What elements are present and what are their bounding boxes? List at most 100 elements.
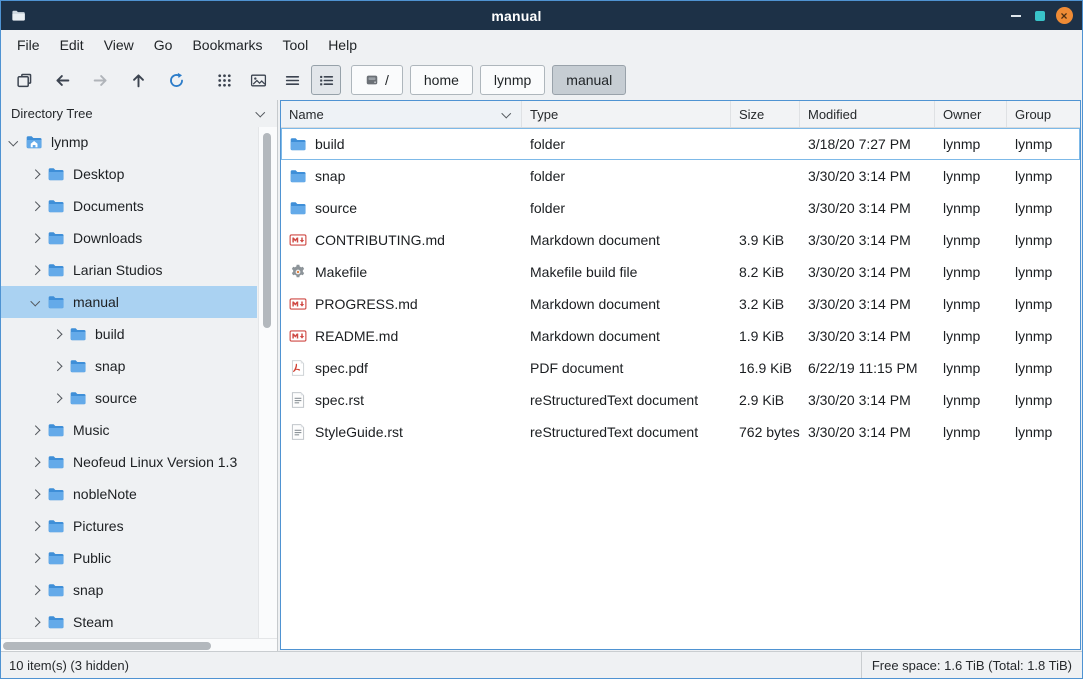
path-segment-lynmp[interactable]: lynmp [480,65,545,95]
expand-icon[interactable] [29,488,42,501]
file-size: 2.9 KiB [731,384,800,416]
file-row-spec-rst[interactable]: spec.rstreStructuredText document2.9 KiB… [281,384,1080,416]
column-header-group[interactable]: Group [1007,101,1080,127]
close-button[interactable]: × [1052,4,1076,28]
file-modified-label: 3/30/20 3:14 PM [808,296,911,312]
tree-item-snap[interactable]: snap [1,350,257,382]
thumbnail-view-button[interactable] [243,65,273,95]
folder-icon [47,517,65,535]
file-type: Markdown document [522,320,731,352]
sidebar-header[interactable]: Directory Tree [1,100,277,126]
item-count-label: 10 item(s) (3 hidden) [9,658,129,673]
titlebar[interactable]: manual × [1,1,1082,30]
expand-icon[interactable] [29,616,42,629]
panel-selector-icon[interactable] [254,107,267,120]
file-type: PDF document [522,352,731,384]
file-modified-label: 3/30/20 3:14 PM [808,424,911,440]
expand-icon[interactable] [29,456,42,469]
column-header-name[interactable]: Name [281,101,522,127]
tree-item-larian-studios[interactable]: Larian Studios [1,254,257,286]
expand-icon[interactable] [29,232,42,245]
file-row-source[interactable]: sourcefolder3/30/20 3:14 PMlynmplynmp [281,192,1080,224]
expand-icon[interactable] [29,552,42,565]
expand-icon[interactable] [29,200,42,213]
file-row-progress-md[interactable]: PROGRESS.mdMarkdown document3.2 KiB3/30/… [281,288,1080,320]
menu-view[interactable]: View [94,33,144,57]
file-name-label: spec.pdf [315,360,368,376]
menu-edit[interactable]: Edit [50,33,94,57]
tree-item-manual[interactable]: manual [1,286,257,318]
file-row-build[interactable]: buildfolder3/18/20 7:27 PMlynmplynmp [281,128,1080,160]
column-header-modified[interactable]: Modified [800,101,935,127]
horizontal-scrollbar-thumb[interactable] [3,642,211,650]
folder-icon [47,261,65,279]
file-row-styleguide-rst[interactable]: StyleGuide.rstreStructuredText document7… [281,416,1080,448]
up-button[interactable] [123,65,153,95]
maximize-button[interactable] [1028,4,1052,28]
tree-item-lynmp[interactable]: lynmp [1,126,257,158]
path-segment-home[interactable]: home [410,65,473,95]
collapse-icon[interactable] [7,136,20,149]
menu-tool[interactable]: Tool [273,33,319,57]
expand-icon[interactable] [51,392,64,405]
file-size: 16.9 KiB [731,352,800,384]
tree-item-snap[interactable]: snap [1,574,257,606]
menu-file[interactable]: File [7,33,50,57]
file-row-contributing-md[interactable]: CONTRIBUTING.mdMarkdown document3.9 KiB3… [281,224,1080,256]
back-button[interactable] [47,65,77,95]
file-row-spec-pdf[interactable]: spec.pdf PDF document16.9 KiB 6/22/19 11:1… [281,352,1080,384]
tree-item-neofeud-linux-version-1-3[interactable]: Neofeud Linux Version 1.3 [1,446,257,478]
folder-icon [47,293,65,311]
tree-vertical-scrollbar[interactable] [258,127,277,638]
folder-icon [289,135,307,153]
expand-icon[interactable] [29,520,42,533]
column-header-label: Type [530,107,558,122]
menu-go[interactable]: Go [144,33,183,57]
menu-help[interactable]: Help [318,33,367,57]
file-row-makefile[interactable]: MakefileMakefile build file8.2 KiB3/30/2… [281,256,1080,288]
icon-view-button[interactable] [209,65,239,95]
column-header-label: Modified [808,107,857,122]
expand-icon[interactable] [51,360,64,373]
expand-icon[interactable] [29,264,42,277]
tree-horizontal-scrollbar[interactable] [1,638,277,651]
tree-item-label: Public [73,550,111,566]
column-header-owner[interactable]: Owner [935,101,1007,127]
tree-item-downloads[interactable]: Downloads [1,222,257,254]
tree-item-pictures[interactable]: Pictures [1,510,257,542]
expand-icon[interactable] [51,328,64,341]
path-segment-root[interactable]: / [351,65,403,95]
file-group-label: lynmp [1015,424,1052,440]
new-tab-button[interactable] [9,65,39,95]
file-modified: 3/30/20 3:14 PM [800,320,935,352]
tree-item-desktop[interactable]: Desktop [1,158,257,190]
compact-view-button[interactable] [277,65,307,95]
tree-item-documents[interactable]: Documents [1,190,257,222]
minimize-button[interactable] [1004,4,1028,28]
file-row-readme-md[interactable]: README.mdMarkdown document1.9 KiB3/30/20… [281,320,1080,352]
menu-bookmarks[interactable]: Bookmarks [182,33,272,57]
tree-item-public[interactable]: Public [1,542,257,574]
column-header-row: Name Type Size Modified OwnerGroup [281,101,1080,128]
tree-item-steam[interactable]: Steam [1,606,257,638]
expand-icon[interactable] [29,168,42,181]
tree-item-noblenote[interactable]: nobleNote [1,478,257,510]
expand-icon[interactable] [29,424,42,437]
vertical-scrollbar-thumb[interactable] [263,133,271,328]
column-header-size[interactable]: Size [731,101,800,127]
directory-tree: lynmpDesktopDocumentsDownloadsLarian Stu… [1,126,277,651]
expand-icon[interactable] [29,584,42,597]
column-header-type[interactable]: Type [522,101,731,127]
file-modified-label: 6/22/19 11:15 PM [808,360,917,376]
path-segment-manual[interactable]: manual [552,65,626,95]
file-row-snap[interactable]: snapfolder3/30/20 3:14 PMlynmplynmp [281,160,1080,192]
file-modified: 3/30/20 3:14 PM [800,416,935,448]
reload-button[interactable] [161,65,191,95]
detailed-icon [318,72,335,89]
tree-item-source[interactable]: source [1,382,257,414]
tree-item-music[interactable]: Music [1,414,257,446]
forward-button[interactable] [85,65,115,95]
collapse-icon[interactable] [29,296,42,309]
tree-item-build[interactable]: build [1,318,257,350]
detailed-list-view-button[interactable] [311,65,341,95]
